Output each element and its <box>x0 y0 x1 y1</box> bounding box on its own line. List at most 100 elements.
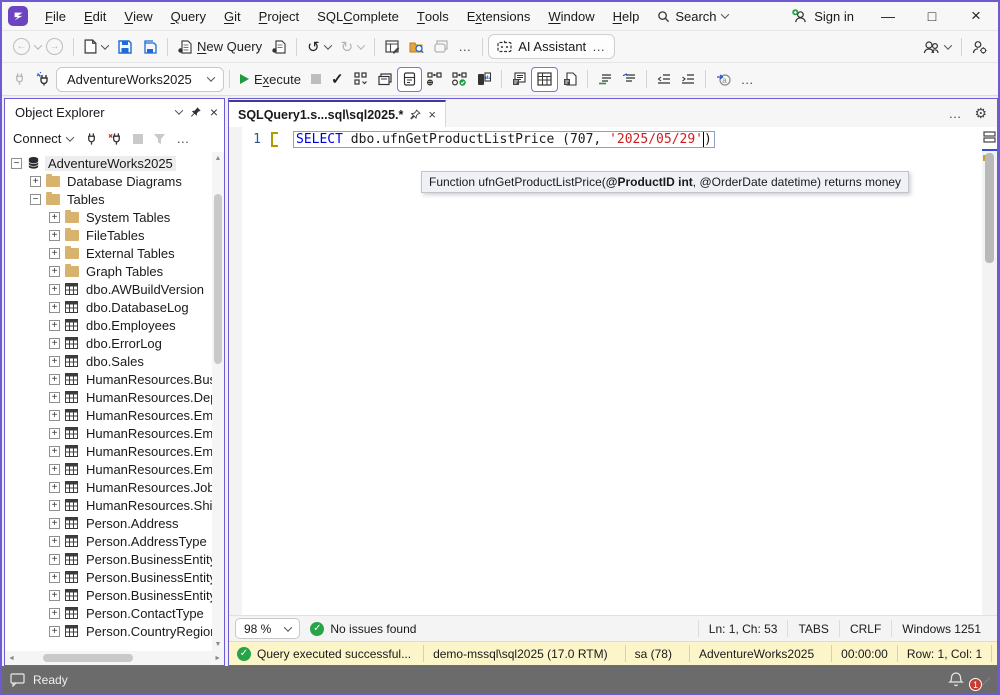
scrollbar-thumb[interactable] <box>214 194 222 364</box>
parse-button[interactable]: ✓ <box>326 67 349 92</box>
object-explorer-overflow-icon[interactable]: … <box>176 131 190 146</box>
tab-close-icon[interactable]: × <box>428 107 436 122</box>
query-tab[interactable]: SQLQuery1.s...sql\sql2025.* × <box>229 100 446 127</box>
tab-list-overflow-icon[interactable]: … <box>948 106 962 121</box>
expand-icon[interactable]: + <box>49 626 60 637</box>
cancel-query-button[interactable] <box>306 67 326 92</box>
actual-plan-button[interactable] <box>447 67 472 92</box>
expand-icon[interactable]: + <box>49 482 60 493</box>
tree-item-dbo-databaselog[interactable]: +dbo.DatabaseLog <box>5 298 212 316</box>
tree-item-filetables[interactable]: +FileTables <box>5 226 212 244</box>
expand-icon[interactable]: + <box>49 392 60 403</box>
tree-item-dbo-sales[interactable]: +dbo.Sales <box>5 352 212 370</box>
menu-project[interactable]: Project <box>250 2 309 30</box>
menu-sql-complete[interactable]: SQL Complete <box>308 2 408 30</box>
expand-icon[interactable]: + <box>49 320 60 331</box>
issues-indicator[interactable]: ✓ No issues found <box>310 622 416 636</box>
editor-settings-gear-icon[interactable]: ⚙ <box>974 105 987 122</box>
scrollbar-thumb[interactable] <box>985 153 994 263</box>
expand-icon[interactable]: + <box>49 284 60 295</box>
tree-item-humanresources-em[interactable]: +HumanResources.Em <box>5 424 212 442</box>
expand-icon[interactable]: + <box>49 572 60 583</box>
database-selector[interactable]: AdventureWorks2025 <box>56 67 224 92</box>
expand-icon[interactable]: + <box>49 230 60 241</box>
expand-icon[interactable]: + <box>49 212 60 223</box>
expand-icon[interactable]: + <box>49 248 60 259</box>
tree-item-external-tables[interactable]: +External Tables <box>5 244 212 262</box>
menu-git[interactable]: Git <box>215 2 250 30</box>
code-editor[interactable]: 1 SELECT dbo.ufnGetProductListPrice (707… <box>229 127 997 615</box>
collapse-icon[interactable]: − <box>11 158 22 169</box>
disconnect-plug-icon[interactable] <box>108 132 123 146</box>
tree-item-tables[interactable]: −Tables <box>5 190 212 208</box>
stop-icon[interactable] <box>133 134 143 144</box>
menu-tools[interactable]: Tools <box>408 2 458 30</box>
menu-window[interactable]: Window <box>539 2 603 30</box>
expand-icon[interactable]: + <box>49 428 60 439</box>
collapse-icon[interactable]: − <box>30 194 41 205</box>
expand-icon[interactable]: + <box>49 374 60 385</box>
tree-item-person-businessentity[interactable]: +Person.BusinessEntity <box>5 568 212 586</box>
expand-icon[interactable]: + <box>49 464 60 475</box>
tree-item-person-businessentity[interactable]: +Person.BusinessEntity <box>5 550 212 568</box>
tree-item-person-addresstype[interactable]: +Person.AddressType <box>5 532 212 550</box>
menu-help[interactable]: Help <box>604 2 649 30</box>
tree-item-humanresources-bus[interactable]: +HumanResources.Bus <box>5 370 212 388</box>
resize-grip[interactable] <box>980 675 990 685</box>
tree-item-dbo-employees[interactable]: +dbo.Employees <box>5 316 212 334</box>
tree-item-humanresources-em[interactable]: +HumanResources.Em <box>5 406 212 424</box>
caret-position[interactable]: Ln: 1, Ch: 53 <box>698 620 788 638</box>
tree-item-database-diagrams[interactable]: +Database Diagrams <box>5 172 212 190</box>
results-to-grid-button[interactable] <box>531 67 558 92</box>
tree-item-humanresources-job[interactable]: +HumanResources.Job <box>5 478 212 496</box>
undo-button[interactable]: ↺ <box>302 34 336 59</box>
results-to-text-button[interactable] <box>507 67 531 92</box>
close-button[interactable]: × <box>954 2 998 30</box>
expand-icon[interactable]: + <box>49 356 60 367</box>
tree-item-person-address[interactable]: +Person.Address <box>5 514 212 532</box>
template-parameters-button[interactable]: a <box>711 67 736 92</box>
filter-icon[interactable] <box>153 133 166 145</box>
tree-vertical-scrollbar[interactable]: ▲ ▼ <box>212 152 224 651</box>
results-to-file-button[interactable] <box>558 67 582 92</box>
minimize-button[interactable]: — <box>866 2 910 30</box>
expand-icon[interactable]: + <box>49 518 60 529</box>
encoding[interactable]: Windows 1251 <box>891 620 991 638</box>
expand-icon[interactable]: + <box>49 608 60 619</box>
ai-assistant-button[interactable]: AI Assistant … <box>488 34 615 59</box>
toolbar-overflow-button[interactable]: … <box>453 34 477 59</box>
user-settings-button[interactable] <box>967 34 992 59</box>
expand-icon[interactable]: + <box>30 176 41 187</box>
scroll-down-icon[interactable]: ▼ <box>215 641 222 648</box>
scroll-up-icon[interactable]: ▲ <box>215 155 222 162</box>
tree-item-adventureworks2025[interactable]: −AdventureWorks2025 <box>5 154 212 172</box>
redo-button[interactable]: ↻ <box>336 34 370 59</box>
tree-item-dbo-awbuildversion[interactable]: +dbo.AWBuildVersion <box>5 280 212 298</box>
connect-dropdown[interactable]: Connect <box>11 131 75 146</box>
tree-item-humanresources-em[interactable]: +HumanResources.Em <box>5 442 212 460</box>
save-all-button[interactable] <box>137 34 162 59</box>
expand-icon[interactable]: + <box>49 536 60 547</box>
new-query-button[interactable]: New Query <box>173 34 267 59</box>
close-panel-icon[interactable]: × <box>210 104 218 120</box>
expand-icon[interactable]: + <box>49 410 60 421</box>
scroll-left-icon[interactable]: ◄ <box>8 655 15 662</box>
query-options-button[interactable] <box>349 67 373 92</box>
uncomment-lines-button[interactable] <box>617 67 641 92</box>
change-connection-button[interactable] <box>31 67 56 92</box>
menu-view[interactable]: View <box>115 2 161 30</box>
tree-item-person-contacttype[interactable]: +Person.ContactType <box>5 604 212 622</box>
sqlcmd-mode-button[interactable] <box>397 67 422 92</box>
expand-icon[interactable]: + <box>49 446 60 457</box>
new-file-button[interactable] <box>79 34 113 59</box>
expand-icon[interactable]: + <box>49 500 60 511</box>
notifications-bell-icon[interactable] <box>948 671 964 688</box>
tree-item-system-tables[interactable]: +System Tables <box>5 208 212 226</box>
accounts-button[interactable] <box>918 34 956 59</box>
connect-plug-icon[interactable] <box>85 132 98 146</box>
menu-edit[interactable]: Edit <box>75 2 115 30</box>
scrollbar-thumb[interactable] <box>43 654 133 662</box>
window-layout-button[interactable] <box>429 34 453 59</box>
tree-item-humanresources-shif[interactable]: +HumanResources.Shif <box>5 496 212 514</box>
increase-indent-button[interactable] <box>676 67 700 92</box>
